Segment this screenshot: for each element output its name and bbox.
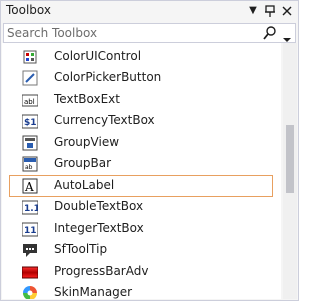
list-item-label: TextBoxExt [54,92,120,106]
list-item[interactable]: SkinManager [2,282,281,299]
list-item[interactable]: 11 IntegerTextBox [2,218,281,239]
search-input[interactable] [7,25,257,41]
vertical-scrollbar[interactable] [283,43,297,299]
dropdown-arrow-icon[interactable]: ▼ [245,3,261,19]
search-options-dropdown-icon[interactable] [283,29,291,42]
list-item-label: ColorUIControl [54,49,142,63]
list-item-label: AutoLabel [54,178,115,192]
list-item[interactable]: ColorUIControl [2,46,281,67]
toolbox-list: ColorUIControl ColorPickerButton abl Tex… [2,43,281,299]
list-item[interactable]: ab GroupBar [2,153,281,174]
close-icon[interactable] [279,3,295,19]
auto-label-icon: A [22,178,38,194]
list-item-label: CurrencyTextBox [54,113,155,127]
skin-manager-icon [22,285,38,299]
list-item[interactable]: ProgressBarAdv [2,261,281,282]
group-bar-icon: ab [22,156,38,172]
svg-text:abl: abl [24,98,35,106]
list-item-label: ProgressBarAdv [54,264,149,278]
list-item-label: SkinManager [54,285,133,299]
color-ui-control-icon [22,49,38,65]
svg-text:ab: ab [25,164,33,171]
list-item[interactable]: GroupView [2,132,281,153]
list-item-label: SfToolTip [54,242,108,256]
sf-tooltip-icon [22,242,38,258]
list-item[interactable]: 1.1 DoubleTextBox [2,196,281,217]
list-item[interactable]: $1 CurrencyTextBox [2,110,281,131]
svg-text:11: 11 [24,226,37,236]
integer-textbox-icon: 11 [21,221,39,237]
toolbox-window: Toolbox ▼ ColorUIControl ColorPick [0,0,299,301]
svg-text:1.1: 1.1 [24,204,38,214]
pin-icon[interactable] [262,3,278,19]
currency-textbox-icon: $1 [21,113,39,129]
list-item-label: GroupView [54,135,120,149]
selection-highlight [9,175,273,197]
svg-text:A: A [24,180,34,194]
list-item-label: ColorPickerButton [54,70,162,84]
list-item-selected[interactable]: A AutoLabel [2,175,281,197]
svg-text:$1: $1 [24,118,37,128]
search-icon[interactable] [263,25,277,41]
list-item[interactable]: abl TextBoxExt [2,89,281,110]
color-picker-button-icon [22,70,38,86]
list-item-label: IntegerTextBox [54,221,144,235]
list-item-label: GroupBar [54,156,112,170]
group-view-icon [22,135,38,151]
scrollbar-thumb[interactable] [286,125,294,193]
textbox-ext-icon: abl [21,92,39,108]
list-item-label: DoubleTextBox [54,199,144,213]
list-item[interactable]: ColorPickerButton [2,67,281,88]
progress-bar-adv-icon [21,264,39,280]
double-textbox-icon: 1.1 [21,199,40,215]
list-item[interactable]: SfToolTip [2,239,281,260]
window-title: Toolbox [6,3,51,17]
title-bar: Toolbox ▼ [1,1,298,21]
search-box[interactable] [3,23,296,43]
